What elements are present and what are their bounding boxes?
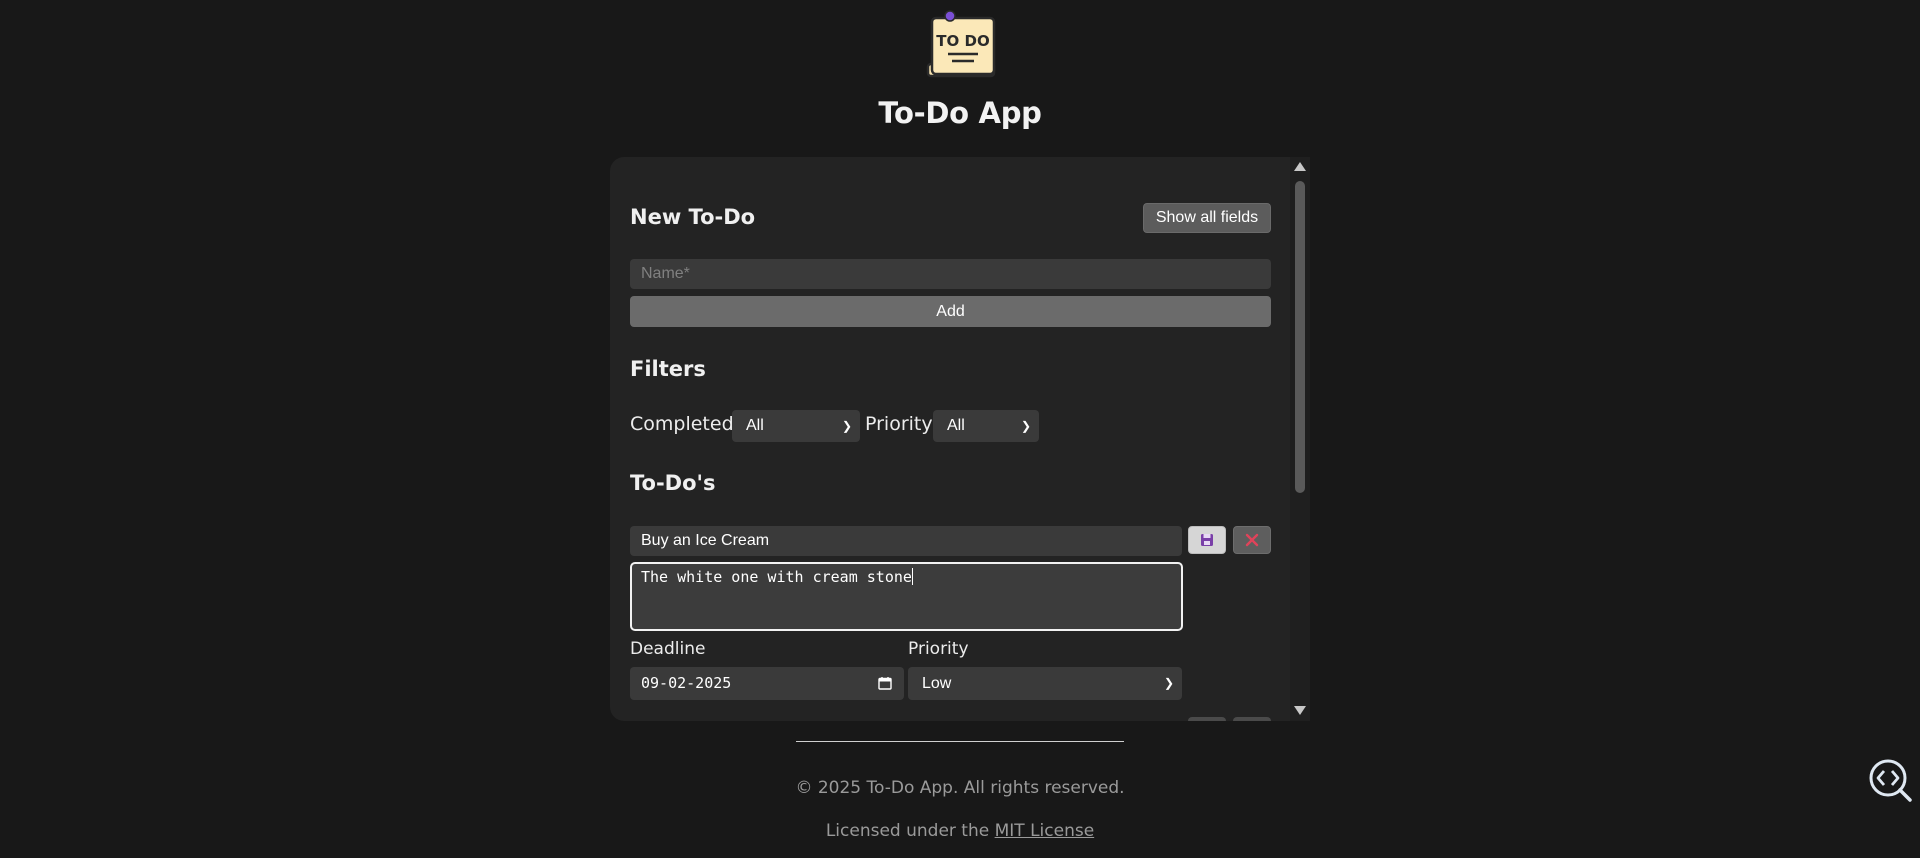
panel-scrollbar[interactable] [1290,157,1310,721]
deadline-label: Deadline [630,639,706,659]
main-panel: New To-Do Show all fields Add Filters Co… [610,157,1310,721]
scroll-down-arrow[interactable] [1294,706,1306,715]
todo-priority-select[interactable]: Low ❯ [908,667,1182,700]
todo-note-icon: TO DO [926,10,996,78]
chevron-down-icon: ❯ [1020,419,1031,433]
scroll-thumb[interactable] [1295,181,1305,493]
close-icon [1245,533,1259,547]
code-search-icon[interactable] [1866,756,1914,804]
footer-divider [796,741,1124,742]
footer-license: Licensed under the MIT License [0,821,1920,841]
calendar-icon [878,677,892,690]
completed-filter-select[interactable]: All ❯ [732,410,860,442]
show-all-fields-button[interactable]: Show all fields [1143,203,1271,233]
todo-description-textarea[interactable]: The white one with cream stone [630,562,1183,631]
footer-copyright: © 2025 To-Do App. All rights reserved. [795,778,1125,798]
todos-heading: To-Do's [630,471,716,495]
svg-text:TO DO: TO DO [936,32,989,50]
save-button[interactable] [1188,526,1226,554]
next-delete-button[interactable] [1233,717,1271,721]
deadline-value: 09-02-2025 [641,674,732,692]
priority-filter-value: All [947,417,965,434]
priority-filter-label: Priority [865,413,933,435]
mit-license-link[interactable]: MIT License [995,821,1095,841]
floppy-disk-icon [1201,534,1213,546]
completed-filter-label: Completed [630,413,734,435]
priority-filter-select[interactable]: All ❯ [933,410,1039,442]
chevron-down-icon: ❯ [1163,676,1174,690]
scroll-up-arrow[interactable] [1294,162,1306,171]
todo-priority-value: Low [922,675,952,692]
app-title: To-Do App [878,96,1042,130]
new-todo-heading: New To-Do [630,205,756,229]
deadline-date-input[interactable]: 09-02-2025 [630,667,904,700]
todo-item-name-input[interactable]: Buy an Ice Cream [630,526,1182,556]
next-save-button[interactable] [1188,717,1226,721]
todo-description-text: The white one with cream stone [641,568,912,586]
add-button[interactable]: Add [630,296,1271,327]
completed-filter-value: All [746,417,764,434]
filters-heading: Filters [630,357,706,381]
priority-label: Priority [908,639,969,659]
todo-name-input[interactable] [630,259,1271,289]
text-caret [911,568,913,585]
chevron-down-icon: ❯ [841,419,852,433]
license-prefix: Licensed under the [825,821,995,841]
delete-button[interactable] [1233,526,1271,554]
